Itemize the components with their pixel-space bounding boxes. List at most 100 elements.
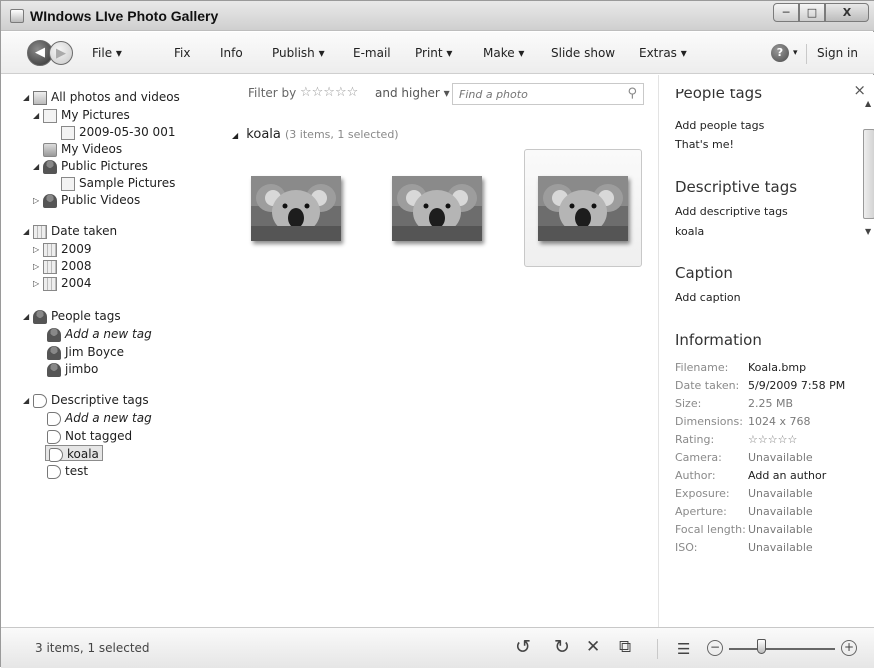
menu-extras[interactable]: Extras ▾ [639, 46, 687, 60]
photo-thumbnail[interactable] [378, 149, 496, 267]
info-row: Date taken: 5/9/2009 7:58 PM [675, 379, 845, 397]
photo-thumbnail-selected[interactable] [524, 149, 642, 267]
search-input[interactable] [453, 84, 613, 104]
tree-label: Public Videos [61, 193, 141, 207]
info-key: Dimensions: [675, 415, 743, 428]
add-people-tags-link[interactable]: Add people tags [675, 119, 764, 132]
scroll-down-icon[interactable]: ▼ [865, 227, 871, 236]
tree-people-tags[interactable]: ◢ People tags [23, 308, 121, 324]
minimize-button[interactable]: ─ [773, 3, 799, 22]
rotate-left-icon[interactable]: ↺ [515, 637, 531, 657]
tree-public-videos[interactable]: ▷ Public Videos [33, 192, 140, 208]
group-header[interactable]: ◢ koala (3 items, 1 selected) [232, 127, 399, 142]
people-tag-jim-boyce[interactable]: Jim Boyce [47, 344, 124, 360]
people-tag-jimbo[interactable]: jimbo [47, 361, 98, 377]
tree-year-2004[interactable]: ▷ 2004 [33, 275, 92, 291]
zoom-in-button[interactable]: + [841, 640, 857, 656]
menu-email[interactable]: E-mail [353, 46, 391, 60]
scroll-up-icon[interactable]: ▲ [865, 99, 871, 108]
tree-sample-pictures[interactable]: Sample Pictures [61, 175, 175, 191]
expanded-arrow-icon[interactable]: ◢ [23, 224, 33, 240]
add-descriptive-tag[interactable]: Add a new tag [47, 410, 152, 426]
collapsed-arrow-icon[interactable]: ▷ [33, 193, 43, 209]
info-scrollbar[interactable]: ▲ ▼ [863, 99, 874, 236]
forward-button[interactable]: ▶ [49, 41, 73, 65]
expanded-arrow-icon[interactable]: ◢ [23, 309, 33, 325]
descriptive-tag-value[interactable]: koala [675, 225, 704, 238]
rating-filter-dropdown[interactable]: and higher ▾ [375, 86, 450, 100]
info-row: Filename: Koala.bmp [675, 361, 845, 379]
expanded-arrow-icon[interactable]: ◢ [23, 393, 33, 409]
videos-folder-icon [43, 142, 57, 157]
info-row: Focal length: Unavailable [675, 523, 845, 541]
scrollbar-thumb[interactable] [863, 129, 874, 219]
photos-icon [33, 90, 47, 105]
tree-descriptive-tags[interactable]: ◢ Descriptive tags [23, 392, 149, 408]
tag-not-tagged[interactable]: Not tagged [47, 428, 132, 444]
tree-year-2009[interactable]: ▷ 2009 [33, 241, 92, 257]
slideshow-icon[interactable]: ⧉ [619, 637, 631, 657]
expanded-arrow-icon[interactable]: ◢ [33, 108, 43, 124]
tree-all-photos[interactable]: ◢ All photos and videos [23, 89, 180, 105]
maximize-button[interactable]: □ [799, 3, 825, 22]
expanded-arrow-icon[interactable]: ◢ [23, 90, 33, 106]
menu-slideshow[interactable]: Slide show [551, 46, 615, 60]
add-descriptive-tags-link[interactable]: Add descriptive tags [675, 205, 788, 218]
add-caption-link[interactable]: Add caption [675, 291, 741, 304]
tree-public-pictures[interactable]: ◢ Public Pictures [33, 158, 148, 174]
search-icon[interactable]: ⚲ [627, 86, 637, 101]
info-value[interactable]: Add an author [748, 469, 826, 482]
info-row: Size: 2.25 MB [675, 397, 845, 415]
zoom-slider-track[interactable] [729, 648, 835, 650]
tree-my-videos[interactable]: My Videos [43, 141, 122, 157]
collapsed-arrow-icon[interactable]: ▷ [33, 276, 43, 292]
tag-koala[interactable]: koala [45, 445, 103, 462]
menu-info[interactable]: Info [220, 46, 243, 60]
calendar-icon [43, 242, 57, 257]
add-tag-icon [47, 411, 61, 426]
app-window: WIndows LIve Photo Gallery ─ □ X ◀ ▶ Fil… [0, 0, 874, 668]
search-box[interactable]: ⚲ [452, 83, 644, 105]
close-window-button[interactable]: X [825, 3, 869, 22]
delete-icon[interactable]: ✕ [586, 637, 600, 657]
pictures-folder-icon [43, 108, 57, 123]
rating-filter-stars[interactable]: ☆☆☆☆☆ [300, 85, 358, 100]
menu-publish[interactable]: Publish ▾ [272, 46, 325, 60]
photo-thumbnail[interactable] [237, 149, 355, 267]
tree-year-2008[interactable]: ▷ 2008 [33, 258, 92, 274]
info-row: Exposure: Unavailable [675, 487, 845, 505]
sign-in-link[interactable]: Sign in [817, 46, 858, 60]
help-icon[interactable]: ? [771, 44, 789, 62]
tree-label: My Pictures [61, 108, 130, 122]
zoom-out-button[interactable]: − [707, 640, 723, 656]
info-value: Unavailable [748, 523, 813, 536]
info-row: Camera: Unavailable [675, 451, 845, 469]
caption-header: Caption [675, 264, 733, 282]
collapse-arrow-icon[interactable]: ◢ [232, 131, 238, 140]
tree-my-pictures[interactable]: ◢ My Pictures [33, 107, 130, 123]
collapsed-arrow-icon[interactable]: ▷ [33, 259, 43, 275]
zoom-slider-thumb[interactable] [756, 639, 766, 654]
tree-date-taken[interactable]: ◢ Date taken [23, 223, 117, 239]
menu-make[interactable]: Make ▾ [483, 46, 524, 60]
toolbar: ◀ ▶ File ▾ Fix Info Publish ▾ E-mail Pri… [1, 32, 874, 74]
help-menu-arrow[interactable]: ▾ [793, 48, 798, 58]
expanded-arrow-icon[interactable]: ◢ [33, 159, 43, 175]
thats-me-link[interactable]: That's me! [675, 138, 734, 151]
add-people-tag[interactable]: Add a new tag [47, 326, 152, 342]
tree-folder-2009-05-30[interactable]: 2009-05-30 001 [61, 124, 175, 140]
menu-print[interactable]: Print ▾ [415, 46, 452, 60]
tag-test[interactable]: test [47, 463, 88, 479]
info-row: Aperture: Unavailable [675, 505, 845, 523]
info-value: Koala.bmp [748, 361, 807, 374]
view-details-icon[interactable]: ☰ [677, 639, 690, 659]
app-icon [10, 9, 24, 23]
close-info-pane-icon[interactable]: × [853, 81, 866, 99]
collapsed-arrow-icon[interactable]: ▷ [33, 242, 43, 258]
info-value[interactable]: ☆☆☆☆☆ [748, 433, 797, 446]
rotate-right-icon[interactable]: ↻ [554, 637, 570, 657]
menu-fix[interactable]: Fix [174, 46, 190, 60]
group-name: koala [246, 127, 281, 142]
person-icon [47, 345, 61, 360]
menu-file[interactable]: File ▾ [92, 46, 122, 60]
